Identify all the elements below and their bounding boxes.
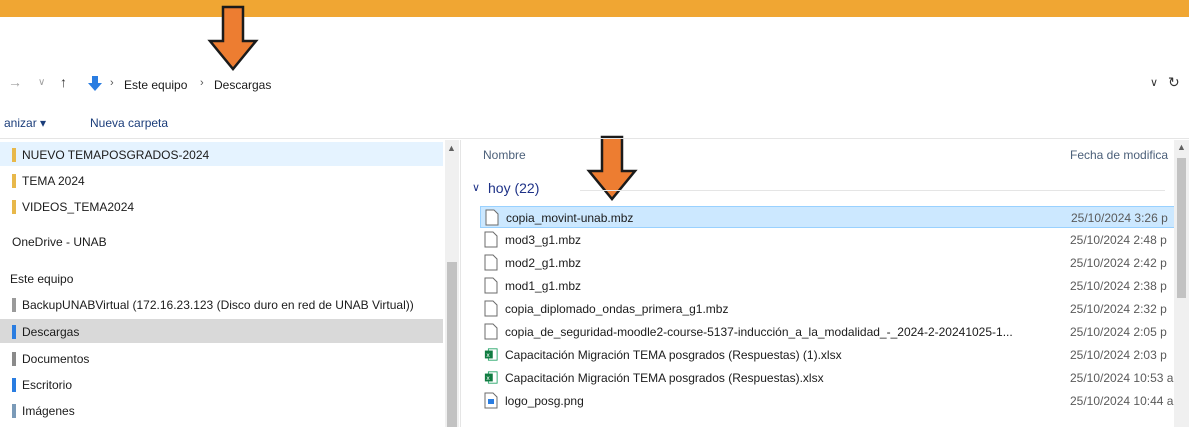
back-arrow-icon[interactable]: → bbox=[8, 74, 22, 90]
file-name: logo_posg.png bbox=[505, 394, 584, 408]
nav-item-label: Descargas bbox=[22, 325, 80, 339]
group-label: hoy (22) bbox=[488, 180, 540, 196]
nav-item-documentos[interactable]: Documentos bbox=[0, 346, 443, 370]
file-icon bbox=[484, 323, 498, 340]
downloads-icon bbox=[88, 76, 102, 91]
file-name: Capacitación Migración TEMA posgrados (R… bbox=[505, 348, 842, 362]
breadcrumb-descargas[interactable]: Descargas bbox=[214, 78, 271, 92]
column-header-date[interactable]: Fecha de modifica bbox=[1070, 148, 1174, 162]
file-icon bbox=[485, 209, 499, 226]
file-row[interactable]: copia_diplomado_ondas_primera_g1.mbz 25/… bbox=[480, 298, 1180, 320]
file-date: 25/10/2024 2:05 p bbox=[1070, 325, 1167, 339]
file-icon bbox=[484, 300, 498, 317]
organize-button[interactable]: anizar ▾ bbox=[4, 116, 46, 130]
nav-item-label: Documentos bbox=[22, 352, 90, 366]
file-date: 25/10/2024 2:38 p bbox=[1070, 279, 1167, 293]
nav-scrollbar-thumb[interactable] bbox=[447, 262, 457, 427]
folder-icon bbox=[12, 174, 16, 188]
nav-item-backup-unab[interactable]: BackupUNABVirtual (172.16.23.123 (Disco … bbox=[0, 292, 443, 316]
nav-item-label: TEMA 2024 bbox=[22, 174, 85, 188]
file-list-scrollbar[interactable]: ▲ bbox=[1174, 140, 1189, 427]
file-list-scrollbar-thumb[interactable] bbox=[1177, 158, 1186, 298]
scroll-up-icon[interactable]: ▲ bbox=[1177, 142, 1186, 152]
file-name: Capacitación Migración TEMA posgrados (R… bbox=[505, 371, 824, 385]
file-icon bbox=[484, 277, 498, 294]
file-row[interactable]: x Capacitación Migración TEMA posgrados … bbox=[480, 367, 1180, 389]
nav-item-tema-2024[interactable]: TEMA 2024 bbox=[0, 168, 443, 192]
file-name: copia_diplomado_ondas_primera_g1.mbz bbox=[505, 302, 729, 316]
nav-item-label: OneDrive - UNAB bbox=[12, 235, 107, 249]
breadcrumb-este-equipo[interactable]: Este equipo bbox=[124, 78, 187, 92]
desktop-icon bbox=[12, 378, 16, 392]
nav-item-label: Imágenes bbox=[22, 404, 75, 418]
nav-item-label: Este equipo bbox=[10, 272, 74, 286]
excel-file-icon: x bbox=[484, 371, 498, 384]
nav-item-imagenes[interactable]: Imágenes bbox=[0, 398, 443, 422]
nav-item-videos-tema2024[interactable]: VIDEOS_TEMA2024 bbox=[0, 194, 443, 218]
address-row: → ∨ ↑ › Este equipo › Descargas ∨ ↻ bbox=[0, 70, 1189, 100]
file-list: Nombre Fecha de modifica ∨ hoy (22) copi… bbox=[470, 140, 1189, 427]
toolbar-divider bbox=[0, 138, 1189, 139]
annotation-arrow-address bbox=[207, 5, 259, 71]
chevron-right-icon: › bbox=[200, 77, 204, 89]
nav-item-label: BackupUNABVirtual (172.16.23.123 (Disco … bbox=[22, 298, 414, 312]
file-date: 25/10/2024 2:48 p bbox=[1070, 233, 1167, 247]
nav-item-escritorio[interactable]: Escritorio bbox=[0, 372, 443, 396]
excel-file-icon: x bbox=[484, 348, 498, 361]
file-name: mod2_g1.mbz bbox=[505, 256, 582, 270]
file-name: mod3_g1.mbz bbox=[505, 233, 582, 247]
group-divider bbox=[580, 190, 1165, 191]
file-name: copia_movint-unab.mbz bbox=[506, 211, 634, 225]
file-row[interactable]: mod3_g1.mbz 25/10/2024 2:48 p bbox=[480, 229, 1180, 251]
file-date: 25/10/2024 10:53 a bbox=[1070, 371, 1174, 385]
scroll-up-icon[interactable]: ▲ bbox=[447, 143, 456, 153]
orange-banner bbox=[0, 0, 1189, 17]
address-bar[interactable]: › Este equipo › Descargas bbox=[86, 72, 1166, 98]
nav-item-label: Escritorio bbox=[22, 378, 73, 392]
navigation-pane: NUEVO TEMAPOSGRADOS-2024 TEMA 2024 VIDEO… bbox=[0, 140, 459, 427]
file-date: 25/10/2024 3:26 p bbox=[1071, 211, 1168, 225]
address-dropdown-icon[interactable]: ∨ bbox=[1150, 76, 1158, 89]
image-file-icon bbox=[484, 392, 498, 409]
file-row[interactable]: mod1_g1.mbz 25/10/2024 2:38 p bbox=[480, 275, 1180, 297]
nav-item-nuevo-temaposgrados[interactable]: NUEVO TEMAPOSGRADOS-2024 bbox=[0, 142, 443, 166]
chevron-right-icon: › bbox=[110, 77, 114, 89]
nav-item-descargas[interactable]: Descargas bbox=[0, 319, 443, 343]
file-date: 25/10/2024 2:03 p bbox=[1070, 348, 1167, 362]
documents-icon bbox=[12, 352, 16, 366]
network-drive-icon bbox=[12, 298, 16, 312]
up-arrow-icon[interactable]: ↑ bbox=[60, 74, 67, 90]
nav-scrollbar[interactable]: ▲ bbox=[445, 140, 459, 427]
group-header-hoy[interactable]: ∨ hoy (22) bbox=[470, 180, 1170, 202]
file-date: 25/10/2024 2:42 p bbox=[1070, 256, 1167, 270]
file-row[interactable]: logo_posg.png 25/10/2024 10:44 a bbox=[480, 390, 1180, 412]
file-icon bbox=[484, 254, 498, 271]
folder-icon bbox=[12, 148, 16, 162]
downloads-icon bbox=[12, 325, 16, 339]
file-name: copia_de_seguridad-moodle2-course-5137-i… bbox=[505, 325, 1013, 339]
file-row[interactable]: copia_de_seguridad-moodle2-course-5137-i… bbox=[480, 321, 1180, 343]
nav-item-label: VIDEOS_TEMA2024 bbox=[22, 200, 135, 214]
file-row[interactable]: mod2_g1.mbz 25/10/2024 2:42 p bbox=[480, 252, 1180, 274]
nav-item-este-equipo[interactable]: Este equipo bbox=[0, 266, 443, 290]
file-row[interactable]: copia_movint-unab.mbz 25/10/2024 3:26 p bbox=[480, 206, 1180, 228]
file-icon bbox=[484, 231, 498, 248]
folder-icon bbox=[12, 200, 16, 214]
new-folder-button[interactable]: Nueva carpeta bbox=[90, 116, 168, 130]
pictures-icon bbox=[12, 404, 16, 418]
refresh-icon[interactable]: ↻ bbox=[1168, 74, 1180, 91]
nav-item-label: NUEVO TEMAPOSGRADOS-2024 bbox=[22, 148, 210, 162]
recent-dropdown-icon[interactable]: ∨ bbox=[38, 77, 45, 88]
nav-item-onedrive[interactable]: OneDrive - UNAB bbox=[0, 229, 443, 253]
file-date: 25/10/2024 10:44 a bbox=[1070, 394, 1174, 408]
column-header-name[interactable]: Nombre bbox=[483, 148, 526, 162]
file-name: mod1_g1.mbz bbox=[505, 279, 582, 293]
svg-text:x: x bbox=[486, 352, 490, 359]
toolbar: anizar ▾ Nueva carpeta bbox=[0, 112, 600, 136]
svg-text:x: x bbox=[486, 375, 490, 382]
file-row[interactable]: x Capacitación Migración TEMA posgrados … bbox=[480, 344, 1180, 366]
file-date: 25/10/2024 2:32 p bbox=[1070, 302, 1167, 316]
pane-divider[interactable] bbox=[460, 140, 461, 427]
chevron-down-icon: ∨ bbox=[472, 182, 481, 194]
